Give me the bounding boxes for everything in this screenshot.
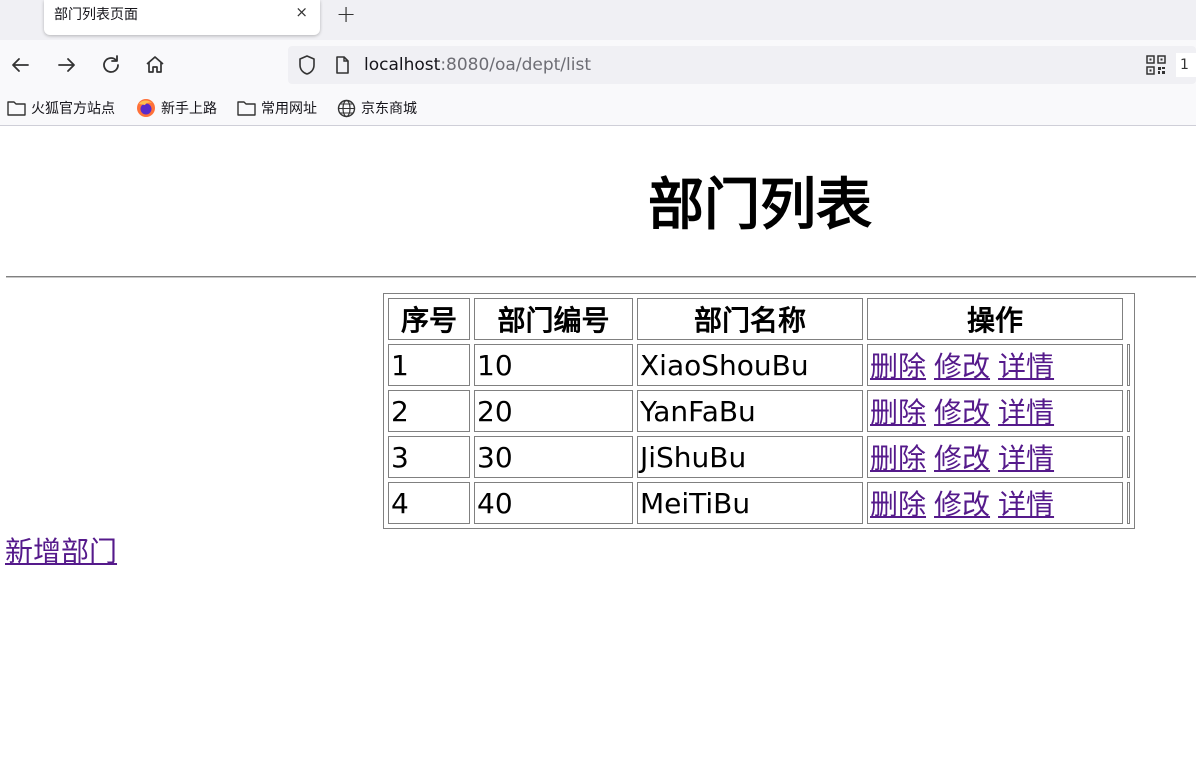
edit-link[interactable]: 修改 [934, 350, 990, 383]
bookmark-label: 火狐官方站点 [31, 101, 115, 117]
folder-icon [7, 101, 26, 116]
close-tab-icon[interactable]: × [295, 3, 308, 21]
delete-link[interactable]: 删除 [870, 350, 926, 383]
detail-link[interactable]: 详情 [998, 442, 1054, 475]
detail-link[interactable]: 详情 [998, 350, 1054, 383]
table-row: 3 30 JiShuBu 删除 修改 详情 [388, 436, 1130, 478]
extension-badge[interactable]: 1 [1176, 53, 1196, 77]
url-text[interactable]: localhost:8080/oa/dept/list [364, 55, 591, 75]
shield-icon[interactable] [296, 54, 318, 80]
edit-link[interactable]: 修改 [934, 396, 990, 429]
cell-deptno: 20 [474, 390, 633, 432]
empty-cell [1127, 344, 1130, 386]
forward-arrow-icon[interactable] [53, 52, 79, 78]
cell-dname: XiaoShouBu [637, 344, 863, 386]
bookmark-label: 常用网址 [261, 101, 317, 117]
cell-seq: 4 [388, 482, 470, 524]
empty-cell [1127, 482, 1130, 524]
detail-link[interactable]: 详情 [998, 396, 1054, 429]
dept-table: 序号 部门编号 部门名称 操作 1 10 XiaoShouBu 删除 修改 详情 2… [383, 293, 1135, 529]
add-dept-link[interactable]: 新增部门 [5, 530, 117, 570]
cell-seq: 3 [388, 436, 470, 478]
delete-link[interactable]: 删除 [870, 488, 926, 521]
cell-dname: JiShuBu [637, 436, 863, 478]
cell-seq: 1 [388, 344, 470, 386]
bookmark-item[interactable]: 新手上路 [136, 98, 217, 118]
cell-dname: YanFaBu [637, 390, 863, 432]
home-icon[interactable] [142, 52, 168, 78]
empty-cell [1127, 390, 1130, 432]
browser-tab[interactable]: 部门列表页面 × [44, 0, 320, 35]
divider [6, 276, 1196, 278]
firefox-icon [137, 99, 155, 117]
cell-actions: 删除 修改 详情 [867, 482, 1123, 524]
globe-icon [337, 99, 356, 117]
folder-icon [237, 101, 256, 116]
cell-deptno: 40 [474, 482, 633, 524]
page-title: 部门列表 [648, 173, 872, 238]
table-row: 4 40 MeiTiBu 删除 修改 详情 [388, 482, 1130, 524]
cell-seq: 2 [388, 390, 470, 432]
table-row: 1 10 XiaoShouBu 删除 修改 详情 [388, 344, 1130, 386]
delete-link[interactable]: 删除 [870, 396, 926, 429]
page-info-icon[interactable] [332, 55, 352, 79]
new-tab-button[interactable]: + [336, 0, 356, 28]
url-host: localhost [364, 55, 441, 75]
cell-actions: 删除 修改 详情 [867, 390, 1123, 432]
cell-deptno: 10 [474, 344, 633, 386]
detail-link[interactable]: 详情 [998, 488, 1054, 521]
edit-link[interactable]: 修改 [934, 442, 990, 475]
reload-icon[interactable] [98, 52, 124, 78]
delete-link[interactable]: 删除 [870, 442, 926, 475]
qr-code-icon[interactable] [1146, 55, 1166, 79]
cell-actions: 删除 修改 详情 [867, 436, 1123, 478]
url-bar[interactable]: localhost:8080/oa/dept/list 1 [288, 46, 1196, 84]
column-header-actions: 操作 [867, 298, 1123, 340]
bookmark-item[interactable]: 常用网址 [237, 98, 317, 118]
edit-link[interactable]: 修改 [934, 488, 990, 521]
cell-deptno: 30 [474, 436, 633, 478]
tab-strip: 部门列表页面 × + [0, 0, 1196, 40]
bookmark-label: 新手上路 [161, 101, 217, 117]
column-header-deptno: 部门编号 [474, 298, 633, 340]
column-header-dname: 部门名称 [637, 298, 863, 340]
table-row: 2 20 YanFaBu 删除 修改 详情 [388, 390, 1130, 432]
empty-cell [1127, 436, 1130, 478]
bookmark-item[interactable]: 火狐官方站点 [7, 98, 115, 118]
tab-title: 部门列表页面 [54, 7, 138, 23]
table-header-row: 序号 部门编号 部门名称 操作 [388, 298, 1130, 340]
bookmark-label: 京东商城 [361, 101, 417, 117]
back-arrow-icon[interactable] [8, 52, 34, 78]
column-header-seq: 序号 [388, 298, 470, 340]
navigation-bar: localhost:8080/oa/dept/list 1 [0, 40, 1196, 90]
bookmarks-toolbar: 火狐官方站点 新手上路 常用网址 京东商城 [0, 90, 1196, 126]
url-path: :8080/oa/dept/list [440, 55, 591, 75]
cell-actions: 删除 修改 详情 [867, 344, 1123, 386]
cell-dname: MeiTiBu [637, 482, 863, 524]
bookmark-item[interactable]: 京东商城 [337, 98, 417, 118]
